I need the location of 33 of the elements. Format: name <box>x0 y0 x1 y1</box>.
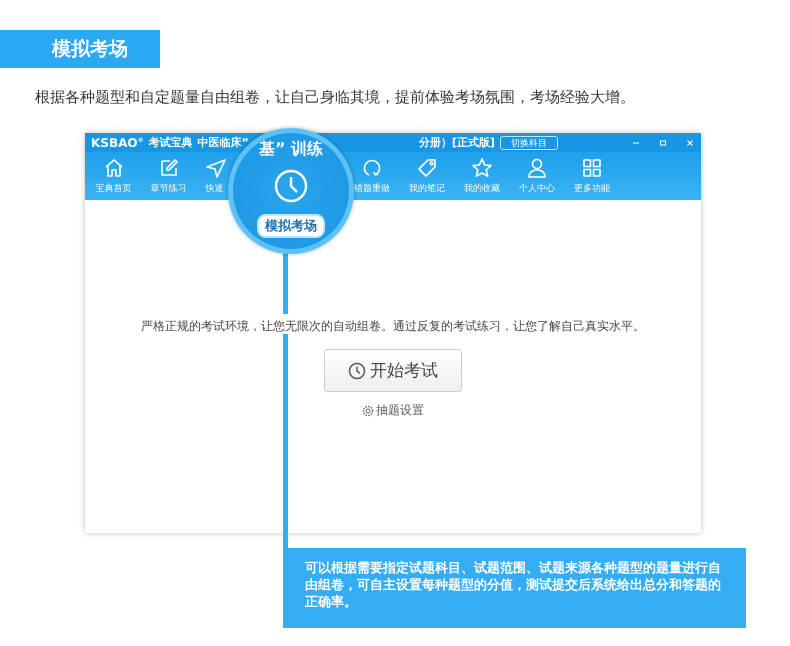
toolbar-button[interactable]: 快速 <box>206 152 226 200</box>
refresh-icon <box>361 157 383 179</box>
start-exam-button[interactable]: 开始考试 <box>324 349 462 392</box>
intro-text: 严格正规的考试环境，让您无限次的自动组卷。通过反复的考试练习，让您了解自己真实水平。 <box>141 318 645 335</box>
app-logo: KSBAO$^{®}$ <box>91 136 144 150</box>
mock-exam-tab[interactable]: 模拟考场 <box>257 214 325 238</box>
toolbar-button[interactable]: 章节练习 <box>150 152 186 200</box>
brand-name: 考试宝典 <box>148 135 193 150</box>
window-title: 中医临床“ <box>198 135 249 150</box>
toolbar-button[interactable]: 我的收藏 <box>464 152 500 200</box>
user-icon <box>526 157 548 179</box>
send-icon <box>204 157 226 179</box>
grid-icon <box>581 157 603 179</box>
section-banner: 模拟考场 <box>0 30 160 68</box>
star-icon <box>471 157 493 179</box>
callout-text: 可以根据需要指定试题科目、试题范围、试题来源各种题型的题量进行自由组卷，可自主设置每种题型的分值，测试提交后系统给出总分和答题的正确率。 <box>283 548 746 628</box>
toolbar-button[interactable]: 我的笔记 <box>409 152 445 200</box>
clock-icon <box>348 362 366 380</box>
toolbar-button[interactable]: 更多功能 <box>574 152 610 200</box>
clock-icon <box>273 168 309 204</box>
magnified-title: 基” 训练 <box>258 139 324 160</box>
close-icon[interactable] <box>685 138 695 148</box>
maximize-icon[interactable] <box>658 138 668 148</box>
toolbar-button[interactable]: 宝典首页 <box>96 152 132 200</box>
tag-icon <box>416 157 438 179</box>
toolbar-button[interactable]: 错题重做 <box>354 152 390 200</box>
home-icon <box>102 157 124 179</box>
window-title: 分册）[正式版] <box>418 135 495 150</box>
gear-icon <box>362 404 374 416</box>
draw-settings-link[interactable]: 抽题设置 <box>362 402 424 419</box>
switch-subject-button[interactable]: 切换科目 <box>500 136 558 150</box>
subtitle-text: 根据各种题型和自定题量自由组卷，让自己身临其境，提前体验考场氛围，考场经验大增。 <box>35 88 635 107</box>
toolbar-button[interactable]: 个人中心 <box>519 152 555 200</box>
